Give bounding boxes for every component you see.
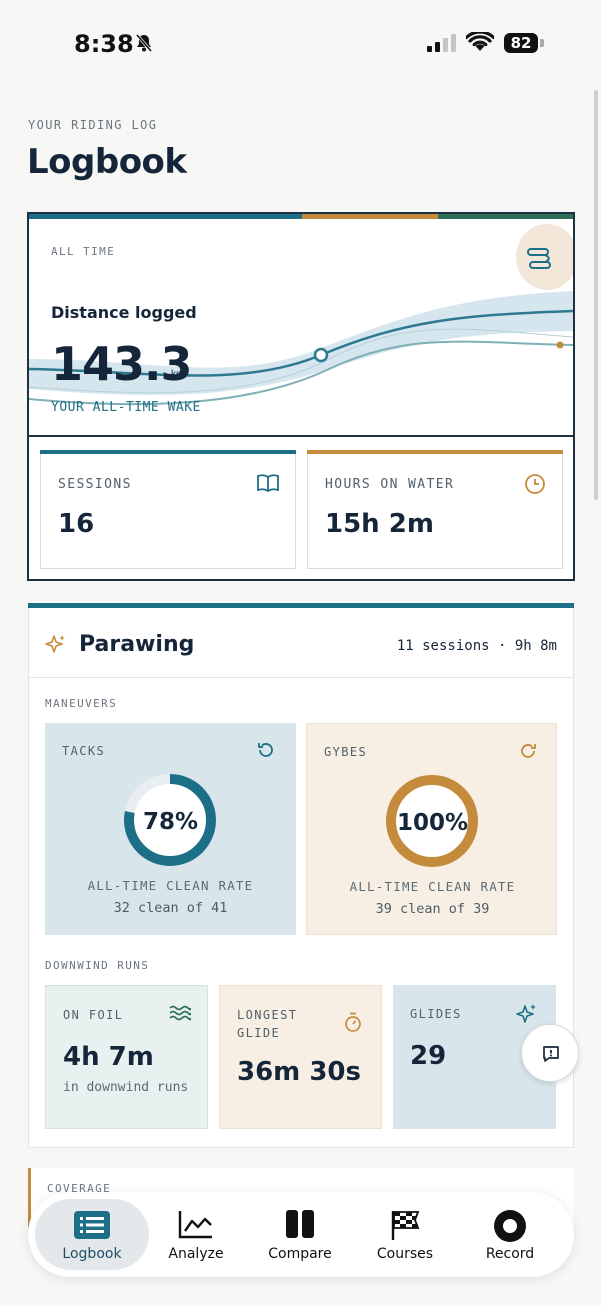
gybes-count: 39 clean of 39 (375, 901, 490, 917)
list-icon (74, 1211, 110, 1239)
split-columns-icon (286, 1210, 314, 1238)
tab-analyze-label: Analyze (168, 1246, 224, 1262)
gybes-caption: ALL-TIME CLEAN RATE (349, 879, 516, 894)
tab-compare-label: Compare (268, 1246, 332, 1262)
longest-glide-value: 36m 30s (237, 1057, 361, 1087)
rotate-ccw-icon (258, 743, 273, 757)
on-foil-value: 4h 7m (63, 1042, 154, 1072)
cellular-signal-icon (427, 34, 456, 52)
hours-label: HOURS ON WATER (325, 477, 455, 492)
on-foil-label: ON FOIL (63, 1008, 124, 1022)
hours-value: 15h 2m (325, 509, 434, 539)
wifi-icon (466, 32, 494, 51)
parawing-section: Parawing 11 sessions · 9h 8m MANEUVERS T… (28, 603, 574, 1148)
rotate-cw-icon (521, 744, 536, 758)
parawing-header[interactable]: Parawing 11 sessions · 9h 8m (29, 608, 573, 678)
hero-caption: YOUR ALL-TIME WAKE (51, 400, 201, 415)
tacks-caption: ALL-TIME CLEAN RATE (87, 878, 254, 893)
battery-tip (540, 39, 544, 47)
book-icon (257, 474, 279, 493)
tacks-percent: 78% (142, 809, 199, 835)
sparkle-icon (516, 1004, 536, 1023)
longest-glide-label: LONGEST GLIDE (237, 1008, 298, 1040)
status-bar: 8:38 82 (0, 0, 601, 86)
tab-analyze[interactable]: Analyze (144, 1192, 248, 1277)
gybes-label: GYBES (324, 745, 368, 759)
route-icon (527, 248, 551, 269)
tab-logbook[interactable]: Logbook (35, 1199, 149, 1270)
chart-line-icon (178, 1211, 212, 1239)
parawing-meta: 11 sessions · 9h 8m (396, 638, 557, 654)
sessions-accent-bar (40, 450, 296, 454)
tacks-label: TACKS (62, 744, 106, 758)
gybes-card[interactable]: GYBES 100% ALL-TIME CLEAN RATE 39 clean … (306, 723, 557, 935)
clock-icon (525, 474, 545, 494)
on-foil-card[interactable]: ON FOIL 4h 7m in downwind runs (45, 985, 208, 1129)
tacks-card[interactable]: TACKS 78% ALL-TIME CLEAN RATE 32 clean o… (45, 723, 296, 935)
tab-record-label: Record (485, 1246, 535, 1262)
hero-metric-label: Distance logged (51, 303, 197, 322)
glides-value: 29 (410, 1041, 447, 1071)
sessions-card[interactable]: SESSIONS 16 (40, 450, 296, 569)
scroll-indicator[interactable] (594, 90, 598, 500)
distance-value: 143.3 (51, 337, 193, 391)
distance-unit: km (171, 369, 185, 380)
sessions-label: SESSIONS (58, 477, 132, 492)
hours-accent-bar (307, 450, 563, 454)
parawing-title: Parawing (79, 632, 195, 657)
longest-glide-card[interactable]: LONGEST GLIDE 36m 30s (219, 985, 382, 1129)
feedback-button[interactable] (521, 1024, 579, 1082)
record-icon (494, 1210, 526, 1242)
hero-main: ALL TIME Distance logged 143.3 km YOUR A… (29, 219, 573, 437)
on-foil-note: in downwind runs (63, 1080, 189, 1095)
page-title: Logbook (27, 142, 187, 182)
page-eyebrow: YOUR RIDING LOG (28, 118, 158, 132)
message-alert-icon (543, 1046, 559, 1062)
hero-period-label: ALL TIME (51, 245, 116, 258)
status-time: 8:38 (74, 30, 134, 58)
stopwatch-icon (345, 1012, 361, 1032)
tab-courses[interactable]: Courses (353, 1192, 457, 1277)
battery-indicator: 82 (504, 33, 538, 53)
tab-compare[interactable]: Compare (248, 1192, 352, 1277)
downwind-runs-label: DOWNWIND RUNS (45, 959, 150, 972)
tacks-count: 32 clean of 41 (113, 900, 228, 916)
checkered-flag-icon (391, 1211, 420, 1240)
tab-courses-label: Courses (376, 1246, 434, 1262)
sparkle-icon (45, 635, 65, 653)
waves-icon (169, 1005, 191, 1021)
all-time-distance-card[interactable]: ALL TIME Distance logged 143.3 km YOUR A… (27, 212, 575, 581)
maneuvers-label: MANEUVERS (45, 697, 118, 710)
bottom-tab-bar: Logbook Analyze Compare Courses Record (28, 1192, 574, 1277)
hours-on-water-card[interactable]: HOURS ON WATER 15h 2m (307, 450, 563, 569)
bell-muted-icon (135, 34, 153, 52)
tab-logbook-label: Logbook (62, 1246, 122, 1262)
gybes-percent: 100% (396, 810, 469, 836)
sessions-value: 16 (58, 509, 95, 539)
route-button[interactable] (516, 224, 573, 290)
tab-record[interactable]: Record (458, 1192, 562, 1277)
glides-label: GLIDES (410, 1007, 462, 1021)
